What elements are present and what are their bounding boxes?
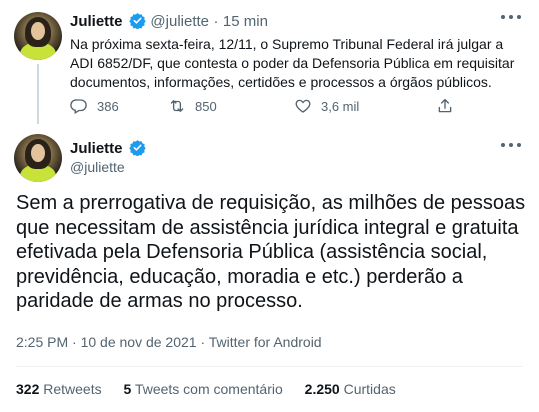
retweets-stat-label: Retweets: [43, 381, 102, 397]
more-options-icon[interactable]: [501, 142, 521, 148]
share-icon: [438, 98, 452, 113]
quotes-stat-label: Tweets com comentário: [134, 381, 283, 397]
reply-count: 386: [97, 98, 119, 114]
retweet-button[interactable]: 850: [168, 97, 278, 115]
retweets-stat[interactable]: 322 Retweets: [16, 381, 102, 397]
user-handle[interactable]: @juliette: [150, 13, 209, 30]
avatar[interactable]: [14, 12, 62, 60]
verified-badge-icon: [129, 140, 146, 156]
tweet-header: Juliette @juliette · 15 min: [70, 12, 268, 31]
divider: [16, 366, 523, 367]
reply-icon: [70, 99, 87, 114]
avatar[interactable]: [14, 134, 62, 182]
like-button[interactable]: 3,6 mil: [294, 97, 404, 115]
tweet-stats: 322 Retweets 5 Tweets com comentário 2.2…: [16, 381, 414, 397]
more-options-icon[interactable]: [501, 14, 521, 20]
tweet-text: Na próxima sexta-feira, 12/11, o Supremo…: [70, 36, 515, 90]
share-button[interactable]: [436, 97, 454, 115]
retweet-count: 850: [195, 98, 217, 114]
verified-badge-icon: [129, 13, 146, 29]
tweet-actions: 386 850 3,6 mil: [70, 97, 454, 115]
heart-icon: [295, 99, 311, 113]
thread-connector-line: [37, 64, 39, 124]
like-count: 3,6 mil: [321, 98, 360, 114]
timestamp[interactable]: 15 min: [223, 13, 268, 30]
tweet-author: Juliette: [70, 139, 146, 158]
separator-dot: ·: [213, 13, 219, 30]
reply-button[interactable]: 386: [70, 97, 152, 115]
tweet-timestamp-source[interactable]: 2:25 PM · 10 de nov de 2021 · Twitter fo…: [16, 334, 322, 350]
likes-stat-label: Curtidas: [343, 381, 396, 397]
tweet-text: Sem a prerrogativa de requisição, as mil…: [16, 192, 526, 312]
quotes-stat[interactable]: 5 Tweets com comentário: [124, 381, 283, 397]
display-name[interactable]: Juliette: [70, 13, 123, 30]
quotes-stat-count: 5: [123, 381, 132, 397]
retweets-stat-count: 322: [16, 381, 40, 397]
likes-stat-count: 2.250: [304, 381, 340, 397]
likes-stat[interactable]: 2.250 Curtidas: [305, 381, 396, 397]
user-handle[interactable]: @juliette: [70, 159, 125, 175]
display-name[interactable]: Juliette: [70, 140, 123, 157]
retweet-icon: [170, 100, 184, 112]
